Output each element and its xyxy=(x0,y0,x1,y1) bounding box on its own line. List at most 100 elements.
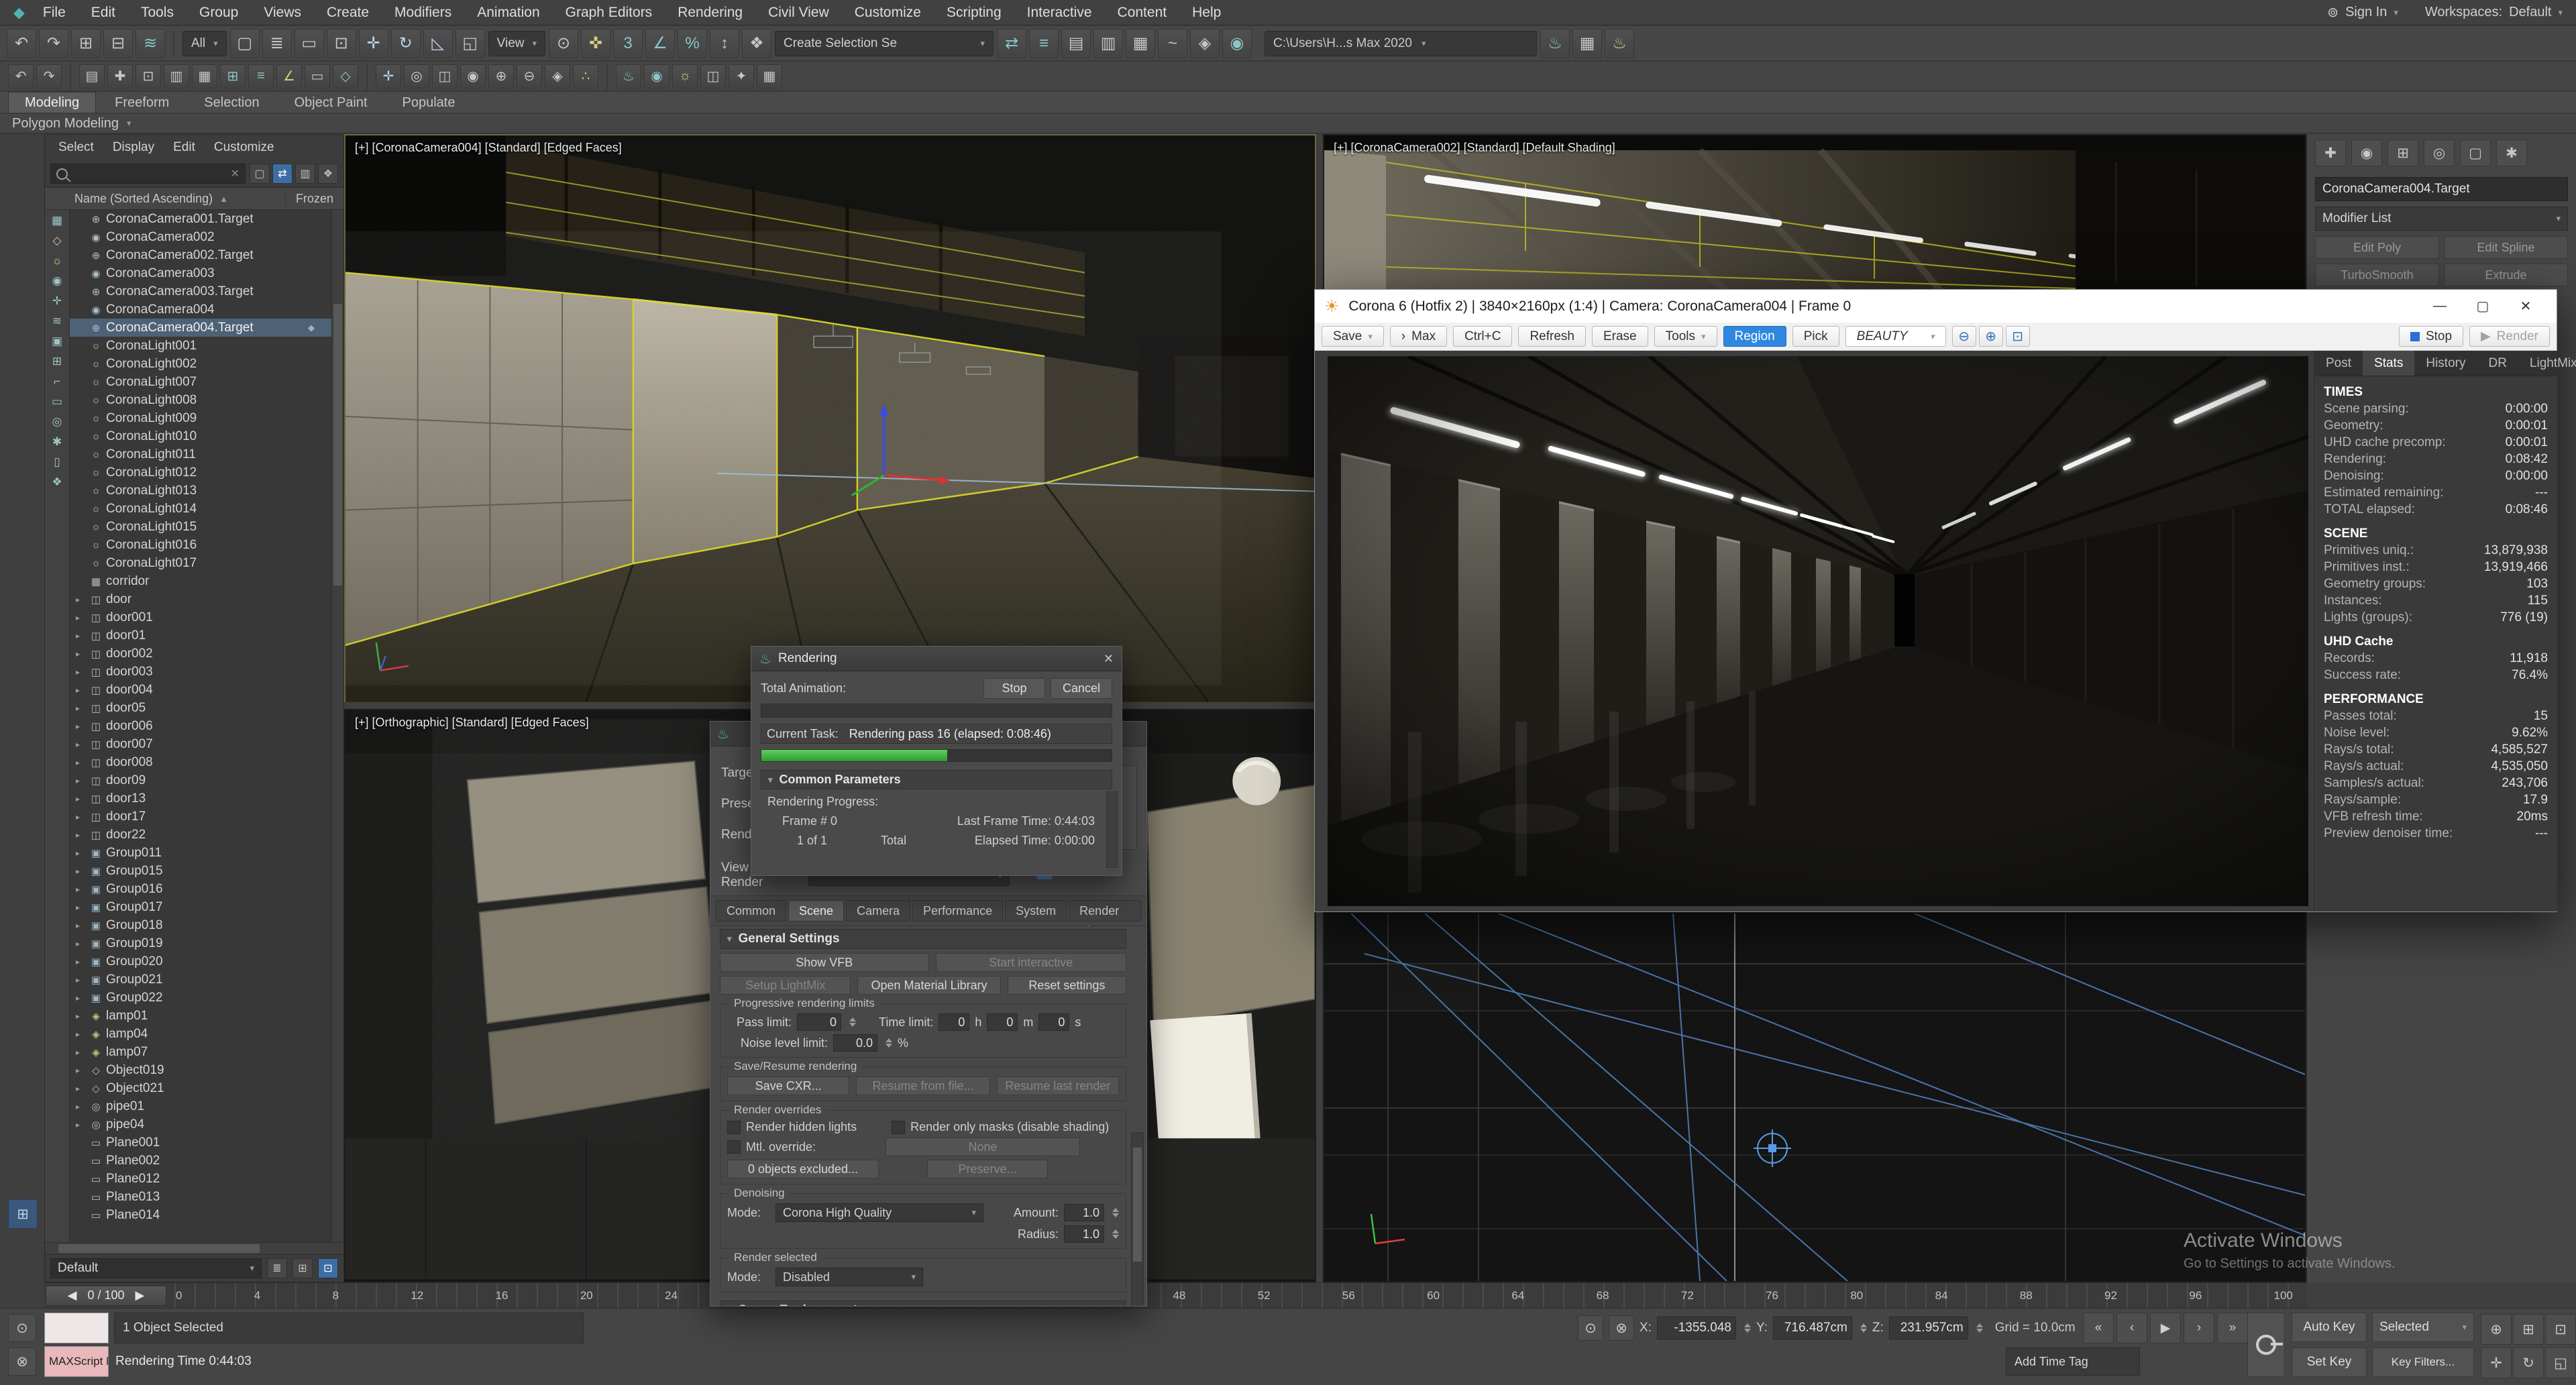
expand-arrow-icon[interactable]: ▸ xyxy=(70,613,86,622)
save-button[interactable]: Save▾ xyxy=(1322,326,1384,347)
list-item[interactable]: ⊕ CoronaCamera002.Target xyxy=(70,246,331,264)
isolate-selection-icon[interactable]: ⊡ xyxy=(136,64,161,89)
display-shapes-icon[interactable]: ◇ xyxy=(52,234,61,247)
rendered-frame-window-icon[interactable]: ▦ xyxy=(1572,29,1602,58)
list-item[interactable]: ▸ ◎ pipe01 xyxy=(70,1097,331,1115)
expand-arrow-icon[interactable]: ▸ xyxy=(70,649,86,659)
select-none-button[interactable]: ▢ xyxy=(250,164,270,184)
create-tab-icon[interactable]: ✚ xyxy=(2315,140,2346,166)
menu-item[interactable]: Edit xyxy=(80,0,127,25)
expand-arrow-icon[interactable]: ▸ xyxy=(70,1011,86,1021)
explorer-menu-item[interactable]: Customize xyxy=(205,140,284,155)
undo-icon[interactable]: ↶ xyxy=(7,29,36,58)
expand-arrow-icon[interactable]: ▸ xyxy=(70,1102,86,1111)
render-setup-tab[interactable]: Scene xyxy=(788,900,844,922)
workspaces-dropdown[interactable]: Workspaces:Default▾ xyxy=(2425,5,2563,20)
display-hidden-icon[interactable]: ▯ xyxy=(54,455,60,469)
grow-selection-icon[interactable]: ⊕ xyxy=(488,64,514,89)
maxscript-mini-output[interactable] xyxy=(44,1313,109,1343)
snaps-toggle-icon[interactable]: 3 xyxy=(613,29,643,58)
setup-lightmix-button[interactable]: Setup LightMix xyxy=(720,976,851,995)
list-item[interactable]: ☼ CoronaLight012 xyxy=(70,463,331,482)
expand-arrow-icon[interactable]: ▸ xyxy=(70,1084,86,1093)
window-crossing-icon[interactable]: ⊡ xyxy=(327,29,356,58)
expand-arrow-icon[interactable]: ▸ xyxy=(70,1120,86,1129)
curve-editor-icon[interactable]: ~ xyxy=(1158,29,1187,58)
denoise-mode-dropdown[interactable]: Corona High Quality▾ xyxy=(775,1203,983,1222)
list-item[interactable]: ⊕ CoronaCamera004.Target ◆ xyxy=(70,319,331,337)
explorer-menu-item[interactable]: Select xyxy=(49,140,103,155)
general-settings-rollout[interactable]: ▾General Settings xyxy=(720,929,1126,949)
pick-button[interactable]: Pick xyxy=(1792,326,1839,347)
angle-snap-icon[interactable]: ∠ xyxy=(645,29,675,58)
region-button[interactable]: Region xyxy=(1723,326,1786,347)
objects-excluded-button[interactable]: 0 objects excluded... xyxy=(727,1160,879,1178)
list-item[interactable]: ▸ ◈ lamp07 xyxy=(70,1043,331,1061)
menu-item[interactable]: Interactive xyxy=(1016,0,1104,25)
menu-item[interactable]: Customize xyxy=(843,0,932,25)
expand-arrow-icon[interactable]: ▸ xyxy=(70,1066,86,1075)
select-and-rotate-icon[interactable]: ↻ xyxy=(391,29,421,58)
scene-explorer-toggle-icon[interactable]: ▤ xyxy=(1061,29,1091,58)
frame-back-icon[interactable]: ◀ xyxy=(68,1288,77,1303)
list-item[interactable]: ▭ Plane012 xyxy=(70,1170,331,1188)
key-filters-button[interactable]: Key Filters... xyxy=(2372,1347,2474,1377)
viewport-layout-tabs-icon[interactable]: ⊞ xyxy=(8,1199,38,1229)
select-and-link-icon[interactable]: ⊞ xyxy=(71,29,101,58)
array-tool-icon[interactable]: ⊞ xyxy=(220,64,246,89)
list-item[interactable]: ▸ ◫ door003 xyxy=(70,663,331,681)
list-item[interactable]: ▸ ◇ Object019 xyxy=(70,1061,331,1079)
list-item[interactable]: ☼ CoronaLight014 xyxy=(70,500,331,518)
modifier-set-button[interactable]: TurboSmooth xyxy=(2315,264,2439,286)
vfb-titlebar[interactable]: ☀ Corona 6 (Hotfix 2) | 3840×2160px (1:4… xyxy=(1315,290,2557,323)
viewport-label[interactable]: [+] [Orthographic] [Standard] [Edged Fac… xyxy=(355,716,589,730)
bind-to-space-warp-icon[interactable]: ≋ xyxy=(136,29,165,58)
material-editor-icon[interactable]: ◉ xyxy=(1222,29,1252,58)
zoom-fit-icon[interactable]: ⊡ xyxy=(2006,326,2030,347)
manage-scene-states-icon[interactable]: ▦ xyxy=(192,64,217,89)
frame-forward-icon[interactable]: ▶ xyxy=(136,1288,145,1303)
hierarchy-tab-icon[interactable]: ⊞ xyxy=(2387,140,2418,166)
list-item[interactable]: ▸ ▣ Group018 xyxy=(70,916,331,934)
zoom-extents-icon[interactable]: ⊡ xyxy=(2545,1314,2576,1345)
list-item[interactable]: ☼ CoronaLight010 xyxy=(70,427,331,445)
modifier-list-dropdown[interactable]: Modifier List▾ xyxy=(2315,207,2568,231)
render-hidden-lights-checkbox[interactable] xyxy=(727,1121,741,1134)
scene-undo-icon[interactable]: ↶ xyxy=(8,64,34,89)
explorer-menu-item[interactable]: Edit xyxy=(164,140,205,155)
resume-from-file-button[interactable]: Resume from file... xyxy=(856,1076,989,1095)
list-item[interactable]: ▸ ◫ door xyxy=(70,590,331,608)
list-item[interactable]: ☼ CoronaLight017 xyxy=(70,554,331,572)
explorer-menu-item[interactable]: Display xyxy=(103,140,164,155)
render-setup-tab[interactable]: Render Elements xyxy=(1069,900,1141,922)
list-item[interactable]: ▸ ◫ door008 xyxy=(70,753,331,771)
display-lights-icon[interactable]: ☼ xyxy=(52,254,62,268)
progress-scrollbar[interactable] xyxy=(1106,791,1118,868)
menu-item[interactable]: File xyxy=(32,0,77,25)
go-to-start-button[interactable]: « xyxy=(2083,1313,2114,1343)
set-key-mode-button[interactable] xyxy=(2247,1313,2285,1377)
key-filter-set-dropdown[interactable]: Selected▾ xyxy=(2372,1313,2474,1342)
stop-button[interactable]: Stop xyxy=(983,678,1045,699)
list-item[interactable]: ▸ ◫ door001 xyxy=(70,608,331,626)
proxy-object-icon[interactable]: ◇ xyxy=(333,64,358,89)
zoom-all-icon[interactable]: ⊞ xyxy=(2513,1314,2544,1345)
selection-lock-icon[interactable]: ⊗ xyxy=(1609,1315,1634,1341)
list-item[interactable]: ☼ CoronaLight016 xyxy=(70,536,331,554)
vfb-stats-tab[interactable]: History xyxy=(2414,351,2477,376)
edge-loop-icon[interactable]: ◫ xyxy=(432,64,458,89)
render-selected-mode-dropdown[interactable]: Disabled▾ xyxy=(775,1268,923,1286)
send-to-max-button[interactable]: ›Max xyxy=(1390,326,1447,347)
ribbon-tab[interactable]: Freeform xyxy=(99,93,185,113)
list-item[interactable]: ☼ CoronaLight011 xyxy=(70,445,331,463)
utilities-tab-icon[interactable]: ✱ xyxy=(2496,140,2527,166)
mirror-icon[interactable]: ⇄ xyxy=(997,29,1026,58)
exposure-control-icon[interactable]: ☼ xyxy=(672,64,698,89)
expand-arrow-icon[interactable]: ▸ xyxy=(70,885,86,894)
select-by-name-icon[interactable]: ≣ xyxy=(262,29,292,58)
list-item[interactable]: ☼ CoronaLight013 xyxy=(70,482,331,500)
list-item[interactable]: ▭ Plane001 xyxy=(70,1133,331,1152)
list-item[interactable]: ▸ ▣ Group022 xyxy=(70,989,331,1007)
menu-item[interactable]: Create xyxy=(315,0,380,25)
named-selection-sets-icon[interactable]: ❖ xyxy=(742,29,771,58)
